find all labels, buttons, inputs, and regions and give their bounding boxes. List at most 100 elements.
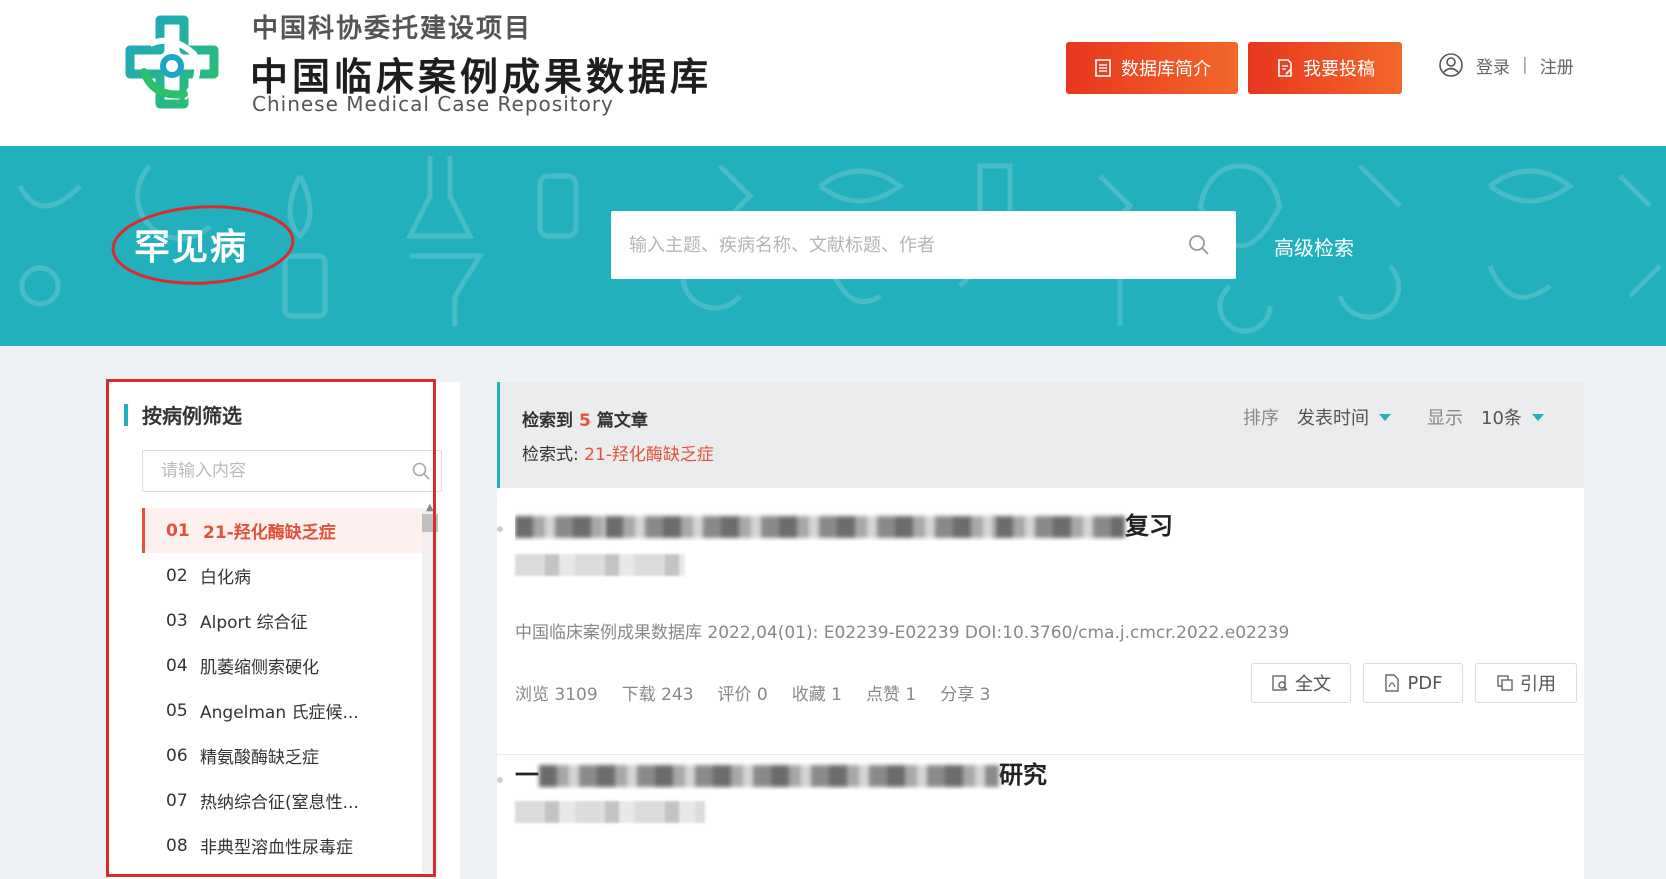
login-link[interactable]: 登录 [1476,53,1510,78]
scroll-up-arrow-icon[interactable]: ▲ [426,502,434,513]
shares-count: 分享 3 [940,685,991,705]
article-stats: 浏览 3109 下载 243 评价 0 收藏 1 点赞 1 分享 3 [515,680,990,705]
search-icon[interactable] [1187,233,1211,257]
search-icon[interactable] [411,461,431,481]
disease-name: 21-羟化酶缺乏症 [203,523,336,543]
article-meta: 中国临床案例成果数据库 2022,04(01): E02239-E02239 D… [515,623,1290,643]
redacted-authors [515,801,705,823]
likes-count: 点赞 1 [866,685,917,705]
count-suffix: 篇文章 [596,411,648,431]
article-actions: 全文 PDF 引用 [1251,663,1577,703]
pdf-button[interactable]: PDF [1363,663,1463,703]
cite-button[interactable]: 引用 [1475,663,1577,703]
sort-controls: 排序 发表时间 显示 10条 [1243,404,1544,430]
main-search-input[interactable] [611,215,1171,275]
query-value: 21-羟化酶缺乏症 [584,445,714,465]
disease-item-03[interactable]: 03 Alport 综合征 [142,598,422,643]
redacted-text [515,801,705,823]
submit-manuscript-button[interactable]: 我要投稿 [1248,42,1402,94]
submit-manuscript-label: 我要投稿 [1303,59,1375,80]
logo-english-title: Chinese Medical Case Repository [252,92,614,116]
disease-number: 07 [166,790,188,811]
disease-number: 05 [166,700,188,721]
disease-name: 热纳综合征(窒息性... [200,793,359,813]
disease-item-02[interactable]: 02 白化病 [142,553,422,598]
redacted-text [515,516,605,538]
redacted-authors [515,554,685,576]
downloads-count: 下载 243 [621,685,694,705]
article-title-start: 一 [515,761,539,789]
user-icon [1439,53,1463,77]
pdf-label: PDF [1407,672,1443,694]
edit-document-icon [1278,59,1292,77]
disease-item-07[interactable]: 07 热纳综合征(窒息性... [142,778,422,823]
sidebar-search-input[interactable] [143,453,393,489]
database-intro-button[interactable]: 数据库简介 [1066,42,1238,94]
disease-name: 精氨酸酶缺乏症 [200,748,319,768]
redacted-text [605,516,995,538]
count-prefix: 检索到 [522,411,573,431]
fulltext-icon [1272,675,1288,691]
result-count: 检索到 5 篇文章 [522,406,648,431]
page-size-dropdown[interactable]: 10条 [1481,404,1522,430]
disease-list: 01 21-羟化酶缺乏症 02 白化病 03 Alport 综合征 04 肌萎缩… [142,508,422,868]
reviews-count: 评价 0 [717,685,768,705]
disease-item-01[interactable]: 01 21-羟化酶缺乏症 [142,508,422,553]
disease-item-04[interactable]: 04 肌萎缩侧索硬化 [142,643,422,688]
count-number: 5 [579,411,591,431]
views-count: 浏览 3109 [515,685,598,705]
sort-dropdown[interactable]: 发表时间 [1297,404,1369,430]
database-intro-label: 数据库简介 [1121,59,1211,80]
disease-item-05[interactable]: 05 Angelman 氏症候... [142,688,422,733]
disease-item-06[interactable]: 06 精氨酸酶缺乏症 [142,733,422,778]
caret-down-icon[interactable] [1531,413,1544,421]
disease-name: Alport 综合征 [200,613,308,633]
disease-number: 08 [166,835,188,856]
advanced-search-link[interactable]: 高级检索 [1274,232,1354,261]
query-label: 检索式: [522,445,579,465]
sidebar-scrollbar[interactable]: ▲ [422,502,438,873]
pdf-icon [1385,674,1400,692]
disease-name: 肌萎缩侧索硬化 [200,658,319,678]
fulltext-label: 全文 [1295,674,1331,695]
show-label: 显示 [1427,408,1463,429]
redacted-text [539,765,999,787]
user-area: 登录 | 注册 [1438,52,1574,78]
register-link[interactable]: 注册 [1540,53,1574,78]
disease-name: Angelman 氏症候... [200,703,359,723]
article-title-end: 复习 [1125,512,1173,540]
sidebar-heading: 按病例筛选 [124,400,242,429]
document-icon [1095,59,1111,77]
disease-number: 03 [166,610,188,631]
disease-name: 非典型溶血性尿毒症 [200,838,353,858]
case-filter-sidebar: 按病例筛选 01 21-羟化酶缺乏症 02 白化病 03 Alport 综合征 … [110,382,460,879]
main-search-box [611,211,1236,279]
heading-accent-bar [124,403,128,426]
caret-down-icon[interactable] [1379,413,1391,421]
article-card: 一 研究 [497,754,1584,879]
cite-label: 引用 [1520,674,1556,695]
redacted-text [515,554,685,576]
scrollbar-thumb[interactable] [422,514,438,532]
bullet-dot [497,526,503,532]
article-title-end: 研究 [999,761,1047,789]
search-query: 检索式: 21-羟化酶缺乏症 [522,440,714,465]
sidebar-search-box [142,450,442,492]
category-title: 罕见病 [134,227,249,268]
disease-name: 白化病 [200,568,251,588]
article-title[interactable]: 复习 [515,506,1173,541]
results-summary: 检索到 5 篇文章 检索式: 21-羟化酶缺乏症 排序 发表时间 显示 10条 [497,382,1584,488]
disease-number: 04 [166,655,188,676]
article-card: 复习 中国临床案例成果数据库 2022,04(01): E02239-E0223… [497,488,1584,755]
disease-item-08[interactable]: 08 非典型溶血性尿毒症 [142,823,422,868]
disease-number: 02 [166,565,188,586]
copy-icon [1497,675,1513,691]
sidebar-heading-text: 按病例筛选 [142,404,242,428]
bullet-dot [497,777,503,783]
fulltext-button[interactable]: 全文 [1251,663,1351,703]
disease-number: 01 [166,520,190,541]
redacted-text [995,516,1125,538]
logo-subtitle: 中国科协委托建设项目 [252,14,533,44]
article-title[interactable]: 一 研究 [515,755,1047,790]
favorites-count: 收藏 1 [791,685,842,705]
